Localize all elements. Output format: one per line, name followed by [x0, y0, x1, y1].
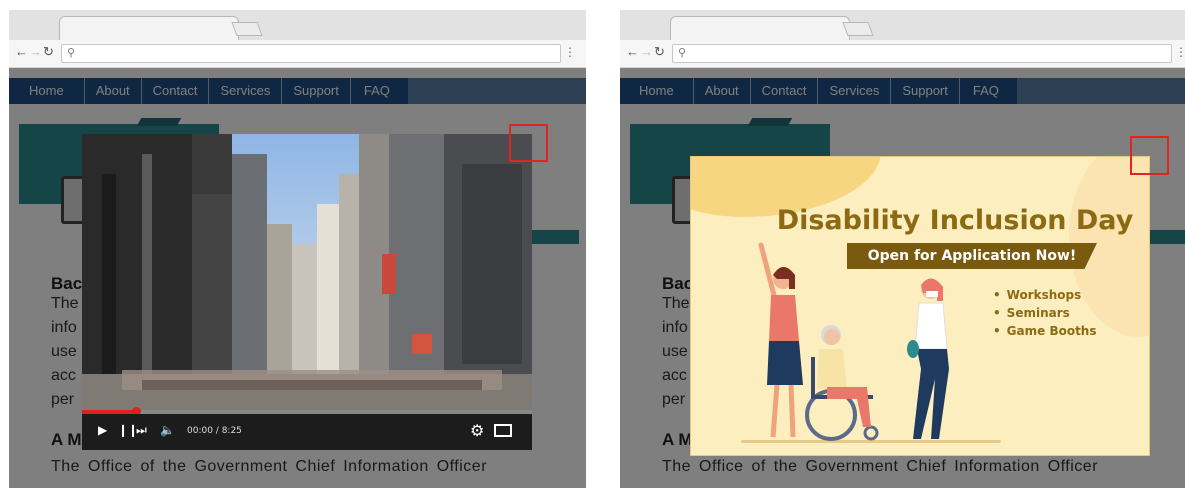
- promo-popup[interactable]: Disability Inclusion Day Open for Applic…: [690, 156, 1150, 456]
- address-bar[interactable]: ⚲: [672, 44, 1172, 63]
- list-item: Seminars: [993, 304, 1097, 322]
- new-tab-button[interactable]: [842, 22, 874, 36]
- address-bar[interactable]: ⚲: [61, 44, 561, 63]
- skip-next-icon[interactable]: ⏭: [136, 423, 147, 438]
- browser-window-left: ← → ↻ ⚲ ⋮ Home About Contact Services Su…: [9, 10, 586, 488]
- kebab-menu-icon[interactable]: ⋮: [1175, 45, 1185, 59]
- browser-tab[interactable]: [59, 16, 239, 40]
- tab-strip: [9, 10, 586, 40]
- time-display: 00:00 / 8:25: [187, 426, 242, 436]
- walking-woman-figure: [907, 278, 949, 439]
- wheelchair-figure: [805, 325, 879, 441]
- waving-woman-figure: [758, 242, 803, 438]
- search-icon: ⚲: [67, 47, 76, 59]
- video-controls: ▶ ❙❙ ⏭ 🔈 00:00 / 8:25 ⚙: [82, 414, 532, 450]
- arrow-left-icon[interactable]: ←: [626, 44, 639, 59]
- reload-icon[interactable]: ↻: [43, 44, 54, 60]
- tab-strip: [620, 10, 1185, 40]
- close-button-highlight[interactable]: [1130, 136, 1169, 175]
- gear-icon[interactable]: ⚙: [470, 421, 484, 441]
- browser-window-right: ← → ↻ ⚲ ⋮ Home About Contact Services Su…: [620, 10, 1185, 488]
- volume-icon[interactable]: 🔈: [160, 423, 175, 437]
- arrow-right-icon[interactable]: →: [29, 44, 42, 59]
- close-button-highlight[interactable]: [509, 124, 548, 162]
- browser-toolbar: ← → ↻ ⚲ ⋮: [620, 40, 1185, 68]
- kebab-menu-icon[interactable]: ⋮: [564, 45, 576, 59]
- browser-tab[interactable]: [670, 16, 850, 40]
- fullscreen-icon[interactable]: [494, 424, 512, 437]
- event-list: Workshops Seminars Game Booths: [993, 286, 1097, 340]
- play-icon[interactable]: ▶: [98, 423, 107, 437]
- search-icon: ⚲: [678, 47, 687, 59]
- new-tab-button[interactable]: [231, 22, 263, 36]
- arrow-left-icon[interactable]: ←: [15, 44, 28, 59]
- browser-toolbar: ← → ↻ ⚲ ⋮: [9, 40, 586, 68]
- list-item: Game Booths: [993, 322, 1097, 340]
- popup-title: Disability Inclusion Day: [776, 205, 1134, 236]
- people-illustration: [758, 242, 949, 441]
- arrow-right-icon[interactable]: →: [640, 44, 653, 59]
- reload-icon[interactable]: ↻: [654, 44, 665, 60]
- video-frame: [82, 134, 532, 410]
- video-player[interactable]: ▶ ❙❙ ⏭ 🔈 00:00 / 8:25 ⚙: [82, 134, 532, 450]
- list-item: Workshops: [993, 286, 1097, 304]
